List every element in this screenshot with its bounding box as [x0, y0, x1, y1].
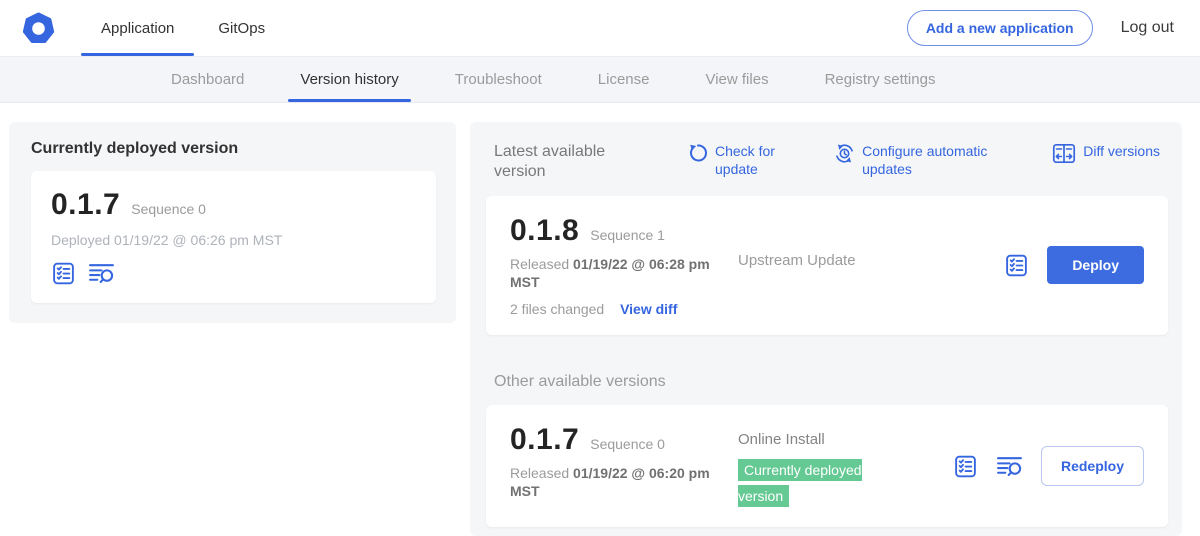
other-version-card: 0.1.7 Sequence 0 Released 01/19/22 @ 06:… — [486, 405, 1168, 527]
tab-gitops-label: GitOps — [218, 20, 265, 37]
currently-deployed-badge-wrap: Currently deployed version — [738, 458, 890, 509]
available-panel-header: Latest available version Check for updat… — [470, 142, 1182, 182]
check-for-update-link[interactable]: Check for update — [688, 142, 784, 178]
configure-automatic-updates-link[interactable]: Configure automatic updates — [834, 142, 1002, 178]
latest-sequence: Sequence 1 — [590, 227, 665, 243]
main-content: Currently deployed version 0.1.7 Sequenc… — [0, 103, 1200, 536]
other-version-source: Online Install Currently deployed versio… — [738, 431, 953, 509]
other-version-number: 0.1.7 — [510, 423, 579, 457]
check-update-icon — [688, 143, 708, 163]
files-changed-label: 2 files changed — [510, 301, 604, 317]
tab-gitops[interactable]: GitOps — [196, 0, 287, 56]
view-logs-icon[interactable] — [996, 454, 1023, 479]
version-line: 0.1.8 Sequence 1 — [510, 214, 738, 248]
deployed-timestamp: Deployed 01/19/22 @ 06:26 pm MST — [51, 232, 416, 248]
tab-troubleshoot[interactable]: Troubleshoot — [427, 57, 570, 102]
deployed-card-actions — [51, 261, 416, 286]
latest-version-number: 0.1.8 — [510, 214, 579, 248]
latest-version-info: 0.1.8 Sequence 1 Released 01/19/22 @ 06:… — [510, 214, 738, 317]
preflight-checklist-icon[interactable] — [51, 261, 76, 286]
tab-version-history[interactable]: Version history — [272, 57, 426, 102]
diff-versions-label: Diff versions — [1083, 142, 1160, 160]
header-tabs: Application GitOps — [79, 0, 287, 56]
available-versions-panel: Latest available version Check for updat… — [470, 122, 1182, 536]
tab-application-label: Application — [101, 20, 174, 37]
deploy-button[interactable]: Deploy — [1047, 246, 1144, 284]
check-for-update-label: Check for update — [715, 142, 784, 178]
tab-dashboard[interactable]: Dashboard — [143, 57, 272, 102]
latest-released-timestamp: Released 01/19/22 @ 06:28 pm MST — [510, 255, 738, 292]
configure-updates-icon — [834, 143, 855, 164]
other-available-versions-title: Other available versions — [494, 373, 1182, 391]
other-released-timestamp: Released 01/19/22 @ 06:20 pm MST — [510, 464, 738, 501]
tab-view-files-label: View files — [705, 71, 768, 88]
tab-view-files[interactable]: View files — [677, 57, 796, 102]
configure-automatic-updates-label: Configure automatic updates — [862, 142, 1002, 178]
tab-license-label: License — [598, 71, 650, 88]
app-logo-heptagon-icon — [22, 12, 55, 45]
version-line: 0.1.7 Sequence 0 — [51, 188, 416, 222]
available-panel-actions: Check for update Configure automatic upd… — [688, 142, 1160, 178]
other-version-actions: Redeploy — [953, 446, 1144, 486]
latest-version-source: Upstream Update — [738, 214, 1004, 269]
files-changed-line: 2 files changed View diff — [510, 301, 738, 317]
tab-registry-settings[interactable]: Registry settings — [797, 57, 964, 102]
preflight-checklist-icon[interactable] — [1004, 253, 1029, 278]
diff-versions-icon — [1052, 143, 1076, 164]
diff-versions-link[interactable]: Diff versions — [1052, 142, 1160, 178]
other-sequence: Sequence 0 — [590, 436, 665, 452]
released-label: Released — [510, 256, 569, 272]
deployed-version-number: 0.1.7 — [51, 188, 120, 222]
tab-version-history-label: Version history — [300, 71, 398, 88]
redeploy-button[interactable]: Redeploy — [1041, 446, 1144, 486]
view-logs-icon[interactable] — [88, 261, 115, 286]
logout-link[interactable]: Log out — [1121, 19, 1174, 37]
latest-available-title: Latest available version — [494, 142, 646, 182]
tab-dashboard-label: Dashboard — [171, 71, 244, 88]
view-diff-link[interactable]: View diff — [620, 301, 677, 317]
deployed-version-card: 0.1.7 Sequence 0 Deployed 01/19/22 @ 06:… — [31, 171, 436, 303]
other-version-info: 0.1.7 Sequence 0 Released 01/19/22 @ 06:… — [510, 423, 738, 501]
released-label: Released — [510, 465, 569, 481]
app-logo[interactable] — [0, 0, 79, 56]
tab-troubleshoot-label: Troubleshoot — [455, 71, 542, 88]
app-subnav: Dashboard Version history Troubleshoot L… — [0, 57, 1200, 103]
currently-deployed-badge: Currently deployed version — [738, 459, 862, 507]
online-install-label: Online Install — [738, 431, 953, 448]
currently-deployed-title: Currently deployed version — [31, 140, 436, 158]
tab-registry-settings-label: Registry settings — [825, 71, 936, 88]
deployed-sequence: Sequence 0 — [131, 201, 206, 217]
tab-license[interactable]: License — [570, 57, 678, 102]
currently-deployed-panel: Currently deployed version 0.1.7 Sequenc… — [9, 122, 456, 323]
tab-application[interactable]: Application — [79, 0, 196, 56]
preflight-checklist-icon[interactable] — [953, 454, 978, 479]
top-header: Application GitOps Add a new application… — [0, 0, 1200, 57]
header-right: Add a new application Log out — [907, 0, 1200, 56]
upstream-update-label: Upstream Update — [738, 252, 1004, 269]
latest-version-actions: Deploy — [1004, 246, 1144, 284]
latest-version-card: 0.1.8 Sequence 1 Released 01/19/22 @ 06:… — [486, 196, 1168, 335]
add-application-button[interactable]: Add a new application — [907, 10, 1093, 46]
version-line: 0.1.7 Sequence 0 — [510, 423, 738, 457]
